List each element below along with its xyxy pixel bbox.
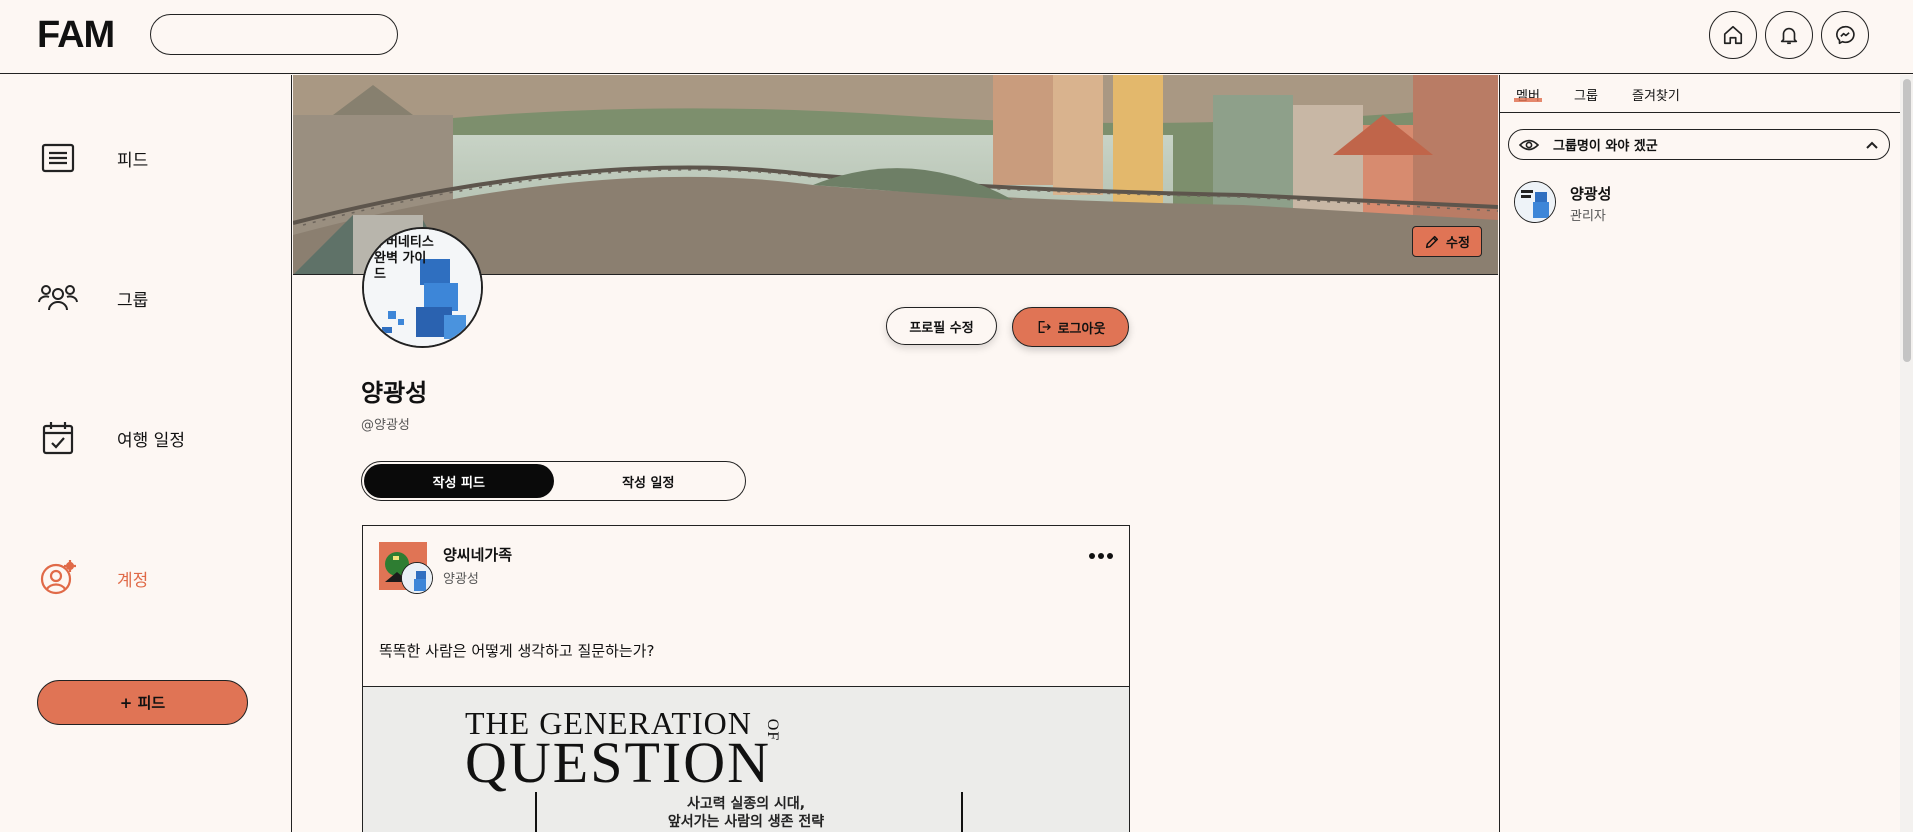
sidebar-item-group[interactable]: 그룹 — [36, 276, 148, 320]
scrollbar-thumb[interactable] — [1903, 79, 1911, 362]
group-icon — [36, 276, 80, 320]
eye-icon — [1519, 139, 1539, 150]
right-panel: 멤버 그룹 즐겨찾기 그룹명이 와야 겠군 양광성 관리자 — [1499, 75, 1913, 832]
feed-post: 양씨네가족 양광성 똑똑한 사람은 어떻게 생각하고 질문하는가? THE GE… — [362, 525, 1130, 832]
tab-written-feeds[interactable]: 작성 피드 — [364, 464, 554, 498]
post-group-name[interactable]: 양씨네가족 — [443, 544, 512, 565]
scrollbar[interactable] — [1900, 75, 1913, 832]
member-avatar — [1514, 181, 1556, 223]
sidebar-item-label: 계정 — [117, 570, 149, 591]
post-image-line2: QUESTION — [465, 730, 771, 795]
profile-tabs: 작성 피드 작성 일정 — [361, 461, 746, 501]
profile-avatar[interactable]: 쿠버네티스 완벽 가이드 — [362, 227, 483, 348]
chevron-up-icon — [1866, 141, 1878, 149]
profile-handle: @양광성 — [361, 418, 410, 433]
edit-profile-button[interactable]: 프로필 수정 — [886, 307, 997, 345]
tab-members[interactable]: 멤버 — [1514, 85, 1542, 104]
cover-image: 수정 — [293, 75, 1498, 275]
messenger-icon — [1835, 25, 1855, 45]
post-image-sub1: 사고력 실종의 시대, — [686, 796, 806, 812]
bell-icon — [1780, 27, 1798, 45]
post-author[interactable]: 양광성 — [443, 568, 479, 587]
post-image-sub2: 앞서가는 사람의 생존 전략 — [667, 814, 825, 830]
logout-icon — [1038, 321, 1051, 333]
more-options-icon[interactable] — [1088, 548, 1114, 562]
member-role: 관리자 — [1570, 209, 1606, 224]
edit-cover-button[interactable]: 수정 — [1412, 226, 1482, 257]
post-image[interactable]: THE GENERATION OF QUESTION 사고력 실종의 시대, 앞… — [363, 686, 1129, 832]
post-text: 똑똑한 사람은 어떻게 생각하고 질문하는가? — [379, 642, 655, 660]
edit-cover-label: 수정 — [1446, 236, 1470, 251]
sidebar-item-feed[interactable]: 피드 — [36, 136, 148, 180]
avatar-book-title: 쿠버네티스 완벽 가이드 — [374, 235, 434, 282]
search-input[interactable] — [150, 14, 398, 55]
messenger-button[interactable] — [1821, 11, 1869, 59]
add-feed-button[interactable]: + 피드 — [37, 680, 248, 725]
logout-button[interactable]: 로그아웃 — [1012, 307, 1129, 347]
author-avatar[interactable] — [401, 562, 433, 594]
group-select[interactable]: 그룹명이 와야 겠군 — [1508, 129, 1890, 160]
member-name: 양광성 — [1570, 185, 1612, 203]
app-logo[interactable]: FAM — [37, 14, 115, 57]
sidebar-item-account[interactable]: 계정 — [36, 556, 148, 600]
top-header: FAM — [0, 0, 1913, 74]
notifications-button[interactable] — [1765, 11, 1813, 59]
sidebar-item-label: 그룹 — [117, 290, 149, 311]
tab-groups[interactable]: 그룹 — [1574, 85, 1598, 104]
sidebar-item-label: 피드 — [117, 150, 149, 171]
profile-main: 수정 쿠버네티스 완벽 가이드 프로필 수정 로그아웃 양광성 @양광성 작성 … — [293, 75, 1498, 832]
home-icon — [1723, 25, 1743, 45]
calendar-icon — [36, 416, 80, 460]
right-panel-tabs: 멤버 그룹 즐겨찾기 — [1500, 83, 1900, 113]
logout-label: 로그아웃 — [1057, 321, 1106, 337]
home-button[interactable] — [1709, 11, 1757, 59]
post-header: 양씨네가족 양광성 — [379, 542, 1114, 594]
left-sidebar: 피드 그룹 여행 일정 계정 + 피드 — [0, 75, 292, 832]
feed-icon — [36, 136, 80, 180]
sidebar-item-travel-schedule[interactable]: 여행 일정 — [36, 416, 185, 460]
sidebar-item-label: 여행 일정 — [117, 430, 185, 451]
tab-favorites[interactable]: 즐겨찾기 — [1632, 85, 1680, 104]
profile-name: 양광성 — [361, 379, 428, 407]
tab-written-schedules[interactable]: 작성 일정 — [554, 464, 744, 498]
group-select-value: 그룹명이 와야 겠군 — [1553, 139, 1658, 154]
account-icon — [36, 556, 80, 600]
pencil-icon — [1425, 235, 1439, 248]
